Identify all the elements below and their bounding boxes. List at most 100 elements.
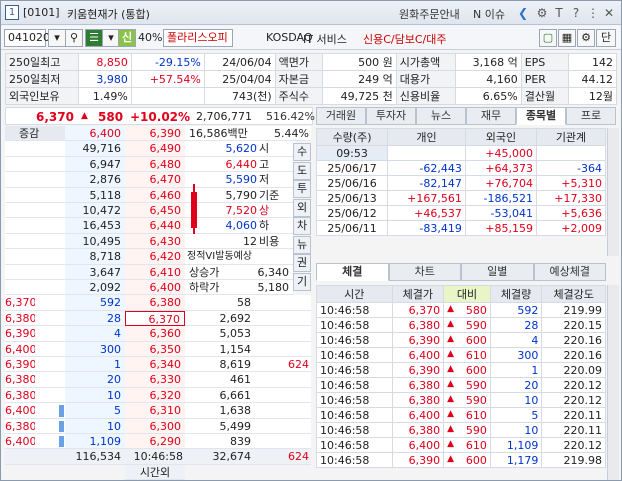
bid-quantity: 5,053 bbox=[185, 326, 255, 342]
investor-tab[interactable]: 프로 bbox=[566, 107, 616, 125]
close-icon[interactable]: ✕ bbox=[601, 5, 617, 21]
ask-sub-label: 시 bbox=[259, 141, 295, 157]
ask-price: 6,400 bbox=[125, 280, 185, 296]
investor-cell: +45,000 bbox=[464, 145, 538, 161]
bid-left-bar bbox=[35, 387, 65, 404]
investor-panel: 거래원 투자자 뉴스 재무 종목별 프로 수량(주) 개인 외국인 기관계 09:53 +45,00… bbox=[315, 107, 619, 257]
bid-left-price: 6,370 bbox=[5, 295, 37, 311]
ask-quantity: 49,716 bbox=[65, 141, 125, 157]
trades-tab[interactable]: 일별 bbox=[461, 263, 534, 281]
trades-cell: 6,370 bbox=[391, 302, 445, 318]
trades-tab[interactable]: 예상체결 bbox=[533, 263, 606, 281]
investor-tab[interactable]: 거래원 bbox=[316, 107, 366, 125]
stock-code-input[interactable]: 041020 bbox=[4, 29, 50, 47]
side-tab[interactable]: 권 bbox=[293, 254, 311, 272]
ask-sub-label: 기준 bbox=[259, 187, 295, 203]
trades-row: 10:46:58 6,400 ▲ 610 300 220.16 bbox=[316, 347, 606, 363]
side-tab[interactable]: 수 bbox=[293, 143, 311, 161]
up-arrow-icon: ▲ bbox=[447, 438, 454, 449]
bid-left-bar bbox=[35, 326, 65, 342]
trades-cell: 28 bbox=[489, 317, 543, 333]
grid-icon[interactable]: ▦ bbox=[558, 29, 576, 47]
settings-icon[interactable]: ⚙ bbox=[577, 29, 595, 47]
trades-row: 10:46:58 6,390 ▲ 600 4 220.16 bbox=[316, 332, 606, 348]
trades-cell: 10:46:58 bbox=[316, 302, 393, 318]
investor-tab[interactable]: 재무 bbox=[466, 107, 516, 125]
investor-cell: 25/06/11 bbox=[315, 220, 389, 236]
info-cell: 49,725 천 bbox=[321, 87, 397, 105]
stock-name[interactable]: 폴라리스오피 bbox=[163, 29, 233, 47]
up-arrow-icon: ▲ bbox=[447, 363, 454, 374]
window-icon[interactable]: ▢ bbox=[539, 29, 557, 47]
investor-scrollbar[interactable] bbox=[607, 128, 619, 256]
trades-tab[interactable]: 체결 bbox=[316, 263, 389, 281]
ask-price: 6,430 bbox=[125, 233, 185, 250]
trade-change: 600 bbox=[465, 453, 487, 467]
info-cell: 44.12 bbox=[567, 70, 618, 88]
pin-icon[interactable]: ⋮ bbox=[585, 5, 601, 21]
side-tab[interactable]: 차 bbox=[293, 217, 311, 235]
side-tab[interactable]: 외 bbox=[293, 198, 311, 217]
investor-header-cell: 기관계 bbox=[536, 128, 606, 146]
help-icon[interactable]: ? bbox=[568, 5, 584, 21]
gear-icon[interactable]: ⚙ bbox=[534, 5, 550, 21]
side-tab[interactable]: 기 bbox=[293, 272, 311, 291]
krw-order-guide-link[interactable]: 원화주문안내 bbox=[399, 6, 460, 22]
list-icon[interactable]: ☰ bbox=[85, 29, 103, 47]
price-change: 580 bbox=[98, 110, 124, 124]
trades-cell: 10:46:58 bbox=[316, 407, 393, 423]
single-button[interactable]: 단 bbox=[596, 29, 616, 47]
trades-cell: ▲ 610 bbox=[443, 437, 491, 453]
ask-header-price: 6,390 bbox=[125, 126, 185, 142]
ask-total: 116,534 bbox=[5, 449, 125, 465]
ask-blank bbox=[5, 280, 65, 296]
issue-link[interactable]: N 이슈 bbox=[473, 6, 505, 22]
trade-change: 600 bbox=[465, 363, 487, 377]
investor-tab[interactable]: 뉴스 bbox=[416, 107, 466, 125]
text-size-icon[interactable]: T bbox=[551, 5, 567, 21]
bid-left-qty: 1 bbox=[65, 357, 125, 373]
trades-cell: 10:46:58 bbox=[316, 422, 393, 438]
trade-change: 610 bbox=[465, 438, 487, 452]
bid-price: 6,330 bbox=[125, 372, 185, 388]
side-tab[interactable]: 투 bbox=[293, 180, 311, 198]
trades-cell: 10:46:58 bbox=[316, 377, 393, 393]
info-cell: 249 억 bbox=[321, 70, 397, 88]
toolbar: 041020 ▾ ⚲ ☰ ▾ 신 40% 폴라리스오피 KOSDAQ IT 서비… bbox=[1, 26, 621, 50]
quantity-bar bbox=[59, 420, 64, 432]
window-number-icon[interactable]: 1 bbox=[5, 5, 19, 20]
dropdown-icon[interactable]: ▾ bbox=[48, 29, 66, 47]
trade-change: 590 bbox=[465, 423, 487, 437]
trades-scrollbar[interactable] bbox=[607, 285, 619, 480]
ask-blank bbox=[5, 203, 65, 219]
bid-left-bar bbox=[35, 341, 65, 357]
info-cell: 8,850 bbox=[78, 53, 132, 71]
investor-cell bbox=[536, 145, 606, 161]
investor-header-cell: 외국인 bbox=[464, 128, 538, 146]
trades-cell: 219.98 bbox=[541, 452, 606, 468]
trades-cell: 220.15 bbox=[541, 317, 606, 333]
side-tab[interactable]: 도 bbox=[293, 161, 311, 180]
trades-row: 10:46:58 6,370 ▲ 580 592 219.99 bbox=[316, 302, 606, 318]
info-cell: 4,160 bbox=[455, 70, 522, 88]
bid-left-qty: 592 bbox=[65, 295, 125, 311]
bid-extra bbox=[255, 341, 311, 357]
investor-cell: -62,443 bbox=[387, 160, 466, 176]
info-cell: 주식수 bbox=[274, 87, 323, 105]
side-tab[interactable]: 뉴 bbox=[293, 235, 311, 254]
trades-row: 10:46:58 6,390 ▲ 600 1 220.09 bbox=[316, 362, 606, 378]
bid-quantity: 8,619 bbox=[185, 357, 255, 373]
investor-cell: +17,330 bbox=[536, 190, 606, 206]
trades-cell: 10:46:58 bbox=[316, 437, 393, 453]
trades-row: 10:46:58 6,400 ▲ 610 1,109 220.12 bbox=[316, 437, 606, 453]
investor-tab[interactable]: 종목별 bbox=[516, 107, 566, 125]
trades-cell: 220.16 bbox=[541, 347, 606, 363]
search-icon[interactable]: ⚲ bbox=[65, 29, 83, 47]
investor-tab[interactable]: 투자자 bbox=[366, 107, 416, 125]
ask-price: 6,420 bbox=[125, 249, 185, 265]
up-arrow-icon: ▲ bbox=[447, 423, 454, 434]
ask-sub-label: 저 bbox=[259, 172, 295, 188]
trades-cell: 219.99 bbox=[541, 302, 606, 318]
k-icon[interactable]: ❮ bbox=[515, 5, 531, 21]
trades-tab[interactable]: 차트 bbox=[388, 263, 461, 281]
